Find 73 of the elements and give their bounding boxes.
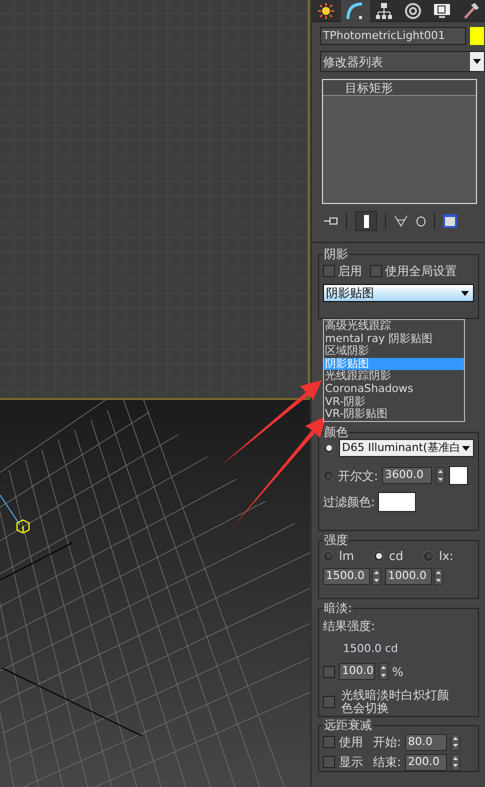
monitor-icon (432, 2, 451, 20)
checkbox[interactable] (323, 666, 335, 678)
dropdown-option[interactable]: CoronaShadows (324, 382, 464, 396)
panel-tab[interactable] (370, 0, 398, 22)
start-label: 开始: (373, 734, 402, 751)
kelvin-color-swatch[interactable] (449, 466, 468, 485)
spinner-arrows-icon[interactable] (372, 568, 381, 585)
caret-icon (462, 446, 470, 450)
disc-icon (404, 2, 422, 20)
kelvin-label: 开尔文: (338, 468, 378, 484)
spinner-arrows-icon[interactable] (434, 568, 443, 585)
checkbox[interactable] (323, 265, 335, 277)
stack-item[interactable]: 目标矩形 (323, 80, 476, 96)
panel-tab[interactable] (456, 0, 485, 22)
group-title: 远距衰减 (323, 718, 373, 732)
caret-icon (473, 59, 481, 64)
number-field[interactable]: 100.0 (339, 663, 375, 680)
radio-button[interactable] (323, 442, 334, 454)
incandescent-label: 光线暗淡时白炽灯颜色会切换 (341, 688, 450, 714)
spinner-arrows-icon[interactable] (379, 663, 388, 680)
curve-icon (346, 2, 364, 20)
checkbox-label: 显示 (339, 754, 364, 771)
group-title: 阴影 (323, 247, 349, 261)
show-end-result-button[interactable] (355, 211, 377, 231)
hierarchy-icon (375, 2, 394, 20)
shadow-type-dropdown[interactable]: 阴影贴图 (323, 284, 474, 302)
radio-button[interactable] (323, 470, 334, 481)
number-field[interactable]: 3600.0 (382, 467, 432, 484)
radio-button[interactable] (323, 550, 334, 562)
spinner-arrows-icon[interactable] (451, 734, 460, 750)
dropdown-option[interactable]: mental ray 阴影贴图 (324, 332, 464, 346)
dropdown-option[interactable]: 光线跟踪阴影 (324, 370, 464, 383)
group-title: 颜色 (323, 425, 349, 439)
spinner-arrows-icon[interactable] (451, 754, 460, 770)
checkbox[interactable] (323, 696, 335, 708)
filter-color-swatch[interactable] (378, 492, 416, 512)
sun-icon (317, 2, 336, 20)
checkbox-label: 使用 (339, 734, 364, 751)
number-field[interactable]: 1500.0 (323, 568, 370, 585)
dropdown-option[interactable]: 区域阴影 (324, 345, 464, 358)
filter-color-label: 过滤颜色: (323, 494, 376, 511)
object-color-swatch[interactable] (470, 27, 484, 45)
dropdown-option[interactable]: VR-阴影贴图 (324, 408, 464, 421)
unit-label: lm (339, 548, 354, 565)
result-intensity-value: 1500.0 cd (343, 641, 400, 657)
unit-label: cd (389, 548, 404, 565)
result-intensity-label: 结果强度: (323, 618, 376, 635)
checkbox[interactable] (370, 265, 382, 277)
group-title: 暗淡: (323, 601, 354, 615)
checkbox[interactable] (323, 756, 335, 768)
pin-icon[interactable] (324, 216, 338, 226)
end-label: 结束: (373, 754, 402, 771)
dropdown-option[interactable]: 高级光线跟踪 (324, 320, 464, 333)
number-field[interactable]: 80.0 (405, 734, 448, 750)
radio-button[interactable] (373, 550, 384, 562)
group-title: 强度 (323, 533, 349, 547)
radio-button[interactable] (423, 550, 434, 562)
color-preset-dropdown[interactable]: D65 Illuminant(基准白 (339, 439, 474, 457)
spinner-arrows-icon[interactable] (436, 467, 446, 484)
percent-label: % (392, 664, 404, 680)
caret-icon (461, 290, 469, 296)
checkbox-label: 启用 (338, 263, 362, 280)
unit-label: lx: (439, 548, 454, 565)
modifier-list-dropdown[interactable]: 修改器列表 (320, 51, 485, 72)
panel-tab[interactable] (312, 0, 341, 22)
configure-sets-icon[interactable] (443, 214, 457, 228)
checkbox[interactable] (323, 736, 335, 748)
dropdown-option[interactable]: VR-阴影 (324, 396, 464, 408)
number-field[interactable]: 200.0 (405, 754, 448, 770)
checkbox-label: 使用全局设置 (385, 263, 457, 280)
object-name-field[interactable]: TPhotometricLight001 (320, 27, 466, 45)
hammer-icon (462, 2, 480, 20)
number-field[interactable]: 1000.0 (385, 568, 432, 585)
